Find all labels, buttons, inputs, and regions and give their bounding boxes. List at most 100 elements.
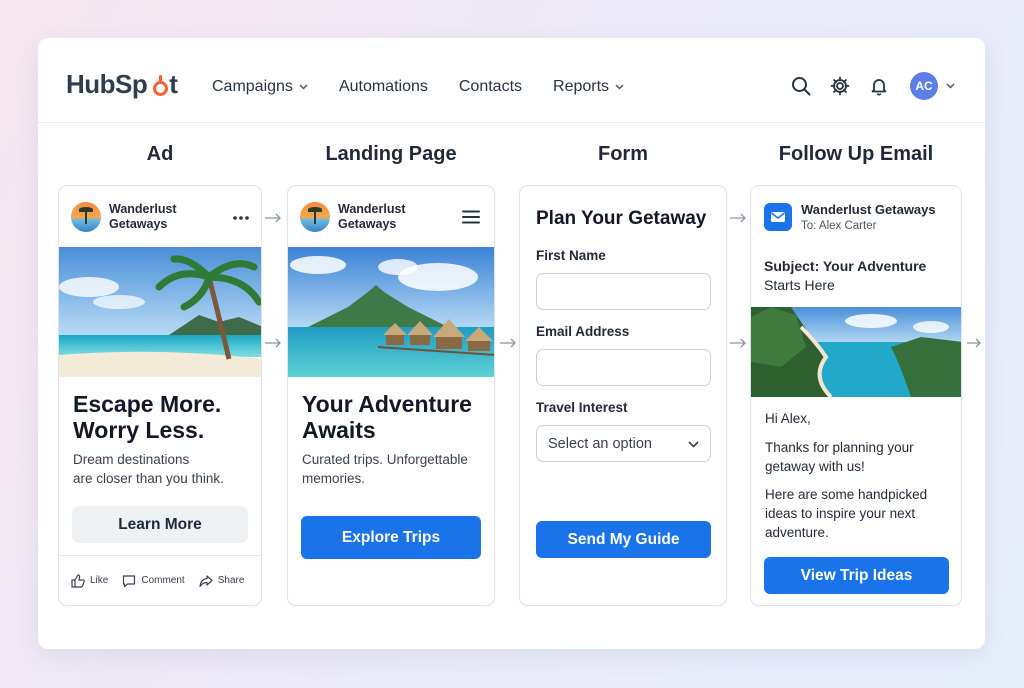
hubspot-logo[interactable]: HubSp t — [66, 69, 178, 100]
app-window: HubSp t Campaigns Automations Contacts Re… — [38, 38, 985, 649]
mail-icon — [764, 203, 792, 231]
brand-name-line2: Getaways — [338, 217, 397, 231]
main-nav: Campaigns Automations Contacts Reports — [212, 78, 655, 96]
explore-trips-button[interactable]: Explore Trips — [301, 516, 481, 559]
email-subject-line2: Starts Here — [764, 277, 835, 293]
gear-icon[interactable] — [829, 75, 851, 97]
like-label: Like — [90, 575, 109, 586]
flow-arrow-icon — [264, 211, 282, 225]
nav-contacts[interactable]: Contacts — [459, 78, 522, 96]
nav-campaigns-label: Campaigns — [212, 78, 293, 95]
brand-name-line2: Getaways — [109, 217, 168, 231]
flow-arrow-icon — [499, 336, 517, 350]
sprocket-icon — [148, 74, 169, 96]
landing-page-card: Wanderlust Getaways Your Adventure Await… — [287, 185, 495, 606]
email-body1-line2: getaway with us! — [765, 459, 865, 474]
ad-brand-name: Wanderlust Getaways — [109, 202, 199, 232]
send-my-guide-button[interactable]: Send My Guide — [536, 521, 711, 558]
email-recipient: To: Alex Carter — [801, 220, 877, 232]
chevron-down-icon[interactable] — [946, 81, 955, 92]
landing-headline-line1: Your Adventure — [302, 391, 472, 417]
logo-text-hub: HubSp — [66, 69, 148, 99]
ad-brand-row: Wanderlust Getaways — [71, 202, 199, 232]
column-title-form: Form — [598, 143, 648, 165]
landing-subtext-line1: Curated trips. Unforgettable — [302, 452, 468, 467]
follow-up-email-card: Wanderlust Getaways To: Alex Carter Subj… — [750, 185, 962, 606]
share-label: Share — [217, 575, 245, 586]
first-name-label: First Name — [536, 248, 606, 263]
first-name-field[interactable] — [536, 273, 711, 310]
brand-name-line1: Wanderlust — [338, 202, 406, 216]
comment-label: Comment — [141, 575, 185, 586]
email-body2-line3: adventure. — [765, 525, 829, 540]
comment-button[interactable]: Comment — [122, 574, 185, 588]
share-icon — [199, 574, 213, 587]
flow-arrow-icon — [729, 336, 747, 350]
nav-reports[interactable]: Reports — [553, 78, 624, 96]
email-greeting: Hi Alex, — [765, 411, 811, 426]
email-coast-image — [751, 307, 961, 399]
nav-automations[interactable]: Automations — [339, 78, 428, 96]
landing-headline: Your Adventure Awaits — [302, 391, 472, 443]
ad-subtext-line2: are closer than you think. — [73, 471, 224, 486]
column-title-ad: Ad — [146, 143, 174, 165]
ad-beach-image — [59, 247, 261, 377]
nav-reports-label: Reports — [553, 78, 610, 95]
nav-campaigns[interactable]: Campaigns — [212, 78, 308, 96]
like-icon — [71, 573, 85, 588]
avatar-initials: AC — [915, 79, 933, 93]
nav-contacts-label: Contacts — [458, 78, 523, 95]
chevron-down-icon — [615, 82, 624, 93]
ad-social-bar: Like Comment Share — [59, 555, 261, 605]
column-title-landing-page: Landing Page — [325, 143, 457, 165]
landing-headline-line2: Awaits — [302, 417, 376, 443]
learn-more-button[interactable]: Learn More — [72, 506, 248, 543]
travel-interest-selected: Select an option — [548, 435, 652, 452]
header-tools: AC — [773, 72, 955, 100]
view-trip-ideas-button[interactable]: View Trip Ideas — [764, 557, 949, 594]
hamburger-menu-icon[interactable] — [462, 210, 480, 229]
flow-arrow-icon — [966, 336, 982, 350]
email-body-paragraph-2: Here are some handpicked ideas to inspir… — [765, 485, 927, 542]
email-subject: Subject: Your Adventure Starts Here — [764, 257, 926, 295]
like-button[interactable]: Like — [71, 573, 109, 588]
flow-arrow-icon — [264, 336, 282, 350]
brand-logo — [300, 202, 330, 232]
share-button[interactable]: Share — [199, 574, 245, 588]
landing-brand-name: Wanderlust Getaways — [338, 202, 428, 232]
ad-headline: Escape More. Worry Less. — [73, 391, 221, 443]
email-address-label: Email Address — [536, 324, 630, 339]
column-title-follow-up-email: Follow Up Email — [778, 143, 934, 165]
nav-automations-label: Automations — [338, 78, 428, 95]
travel-interest-label: Travel Interest — [536, 400, 628, 415]
more-dots-icon[interactable] — [233, 208, 249, 226]
chevron-down-icon — [688, 436, 699, 452]
ad-headline-line2: Worry Less. — [73, 417, 205, 443]
landing-bungalow-image — [288, 247, 494, 377]
brand-name-line1: Wanderlust — [109, 202, 177, 216]
email-address-field[interactable] — [536, 349, 711, 386]
landing-brand-row: Wanderlust Getaways — [300, 202, 428, 232]
user-avatar[interactable]: AC — [910, 72, 938, 100]
email-body2-line2: ideas to inspire your next — [765, 506, 916, 521]
email-sender: Wanderlust Getaways — [801, 202, 936, 217]
logo-text-t: t — [169, 69, 178, 99]
email-body-paragraph-1: Thanks for planning your getaway with us… — [765, 438, 914, 476]
bell-icon[interactable] — [868, 75, 890, 97]
comment-icon — [123, 574, 136, 587]
form-card: Plan Your Getaway First Name Email Addre… — [519, 185, 727, 606]
ad-subtext-line1: Dream destinations — [73, 452, 190, 467]
top-navigation-bar: HubSp t Campaigns Automations Contacts Re… — [38, 38, 985, 123]
chevron-down-icon — [299, 82, 308, 93]
landing-subtext: Curated trips. Unforgettable memories. — [302, 450, 468, 488]
email-subject-line1: Subject: Your Adventure — [764, 258, 927, 274]
form-title: Plan Your Getaway — [536, 208, 707, 229]
brand-logo — [71, 202, 101, 232]
ad-subtext: Dream destinations are closer than you t… — [73, 450, 224, 488]
search-icon[interactable] — [790, 75, 812, 97]
email-body1-line1: Thanks for planning your — [765, 440, 914, 455]
ad-card: Wanderlust Getaways Escape More. Worry L… — [58, 185, 262, 606]
travel-interest-select[interactable]: Select an option — [536, 425, 711, 462]
flow-arrow-icon — [729, 211, 747, 225]
landing-subtext-line2: memories. — [302, 471, 366, 486]
